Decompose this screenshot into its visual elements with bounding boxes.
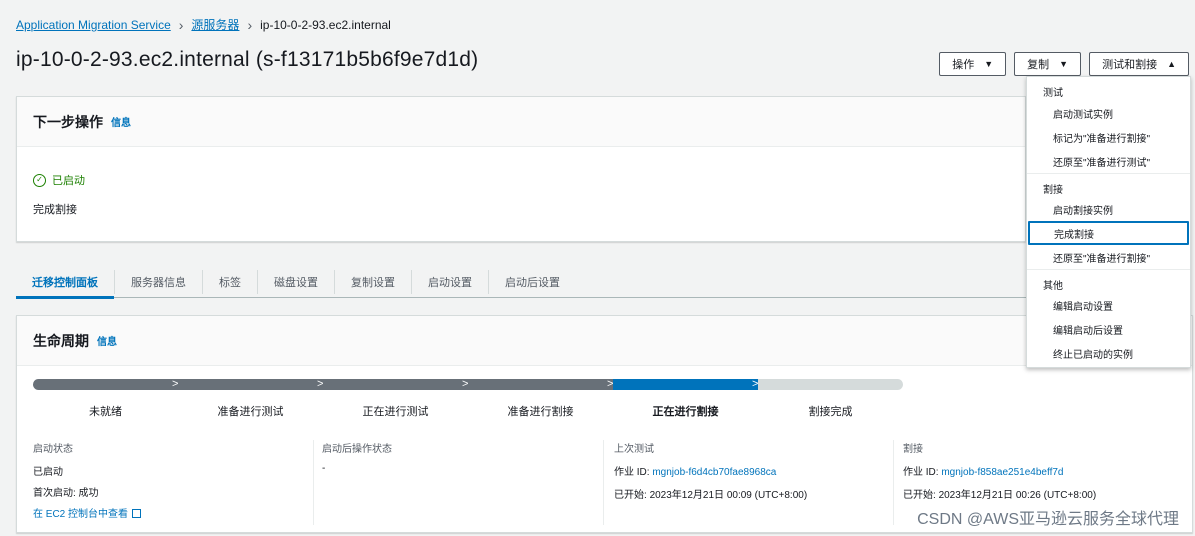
tab-bar: 迁移控制面板 服务器信息 标签 磁盘设置 复制设置 启动设置 启动后设置 bbox=[16, 266, 1026, 299]
lifecycle-segment bbox=[33, 379, 178, 390]
last-test-job: 作业 ID: mgnjob-f6d4cb70fae8968ca bbox=[614, 463, 894, 478]
tab-post-launch-settings[interactable]: 启动后设置 bbox=[489, 270, 576, 294]
status-indicator: ✓ 已启动 bbox=[33, 172, 85, 188]
replicate-button[interactable]: 复制 ▼ bbox=[1014, 52, 1082, 76]
first-launch-value: 首次启动: 成功 bbox=[33, 488, 99, 499]
tab-server-info[interactable]: 服务器信息 bbox=[115, 269, 203, 294]
menu-item-revert-ready-test[interactable]: 还原至"准备进行测试" bbox=[1027, 149, 1190, 173]
cutover-started: 已开始: 2023年12月21日 00:26 (UTC+8:00) bbox=[903, 486, 1183, 501]
last-test-started-value: 2023年12月21日 00:09 (UTC+8:00) bbox=[649, 490, 808, 501]
header-button-group: 操作 ▼ 复制 ▼ 测试和割接 ▲ bbox=[939, 52, 1189, 76]
lifecycle-info-link[interactable]: 信息 bbox=[97, 333, 117, 348]
caret-down-icon: ▼ bbox=[1059, 59, 1069, 69]
last-test-started: 已开始: 2023年12月21日 00:09 (UTC+8:00) bbox=[614, 486, 894, 501]
lifecycle-segment bbox=[613, 379, 758, 390]
tab-disk-settings[interactable]: 磁盘设置 bbox=[258, 269, 335, 294]
test-cutover-button-label: 测试和割接 bbox=[1102, 59, 1158, 71]
menu-item-revert-ready-cutover[interactable]: 还原至"准备进行割接" bbox=[1027, 245, 1190, 269]
lifecycle-step-label: 正在进行割接 bbox=[652, 406, 719, 418]
lifecycle-step-label: 未就绪 bbox=[89, 406, 122, 418]
last-test-title: 上次测试 bbox=[614, 444, 654, 455]
status-text: 已启动 bbox=[52, 175, 85, 187]
external-link-icon bbox=[132, 509, 142, 518]
page-title: ip-10-0-2-93.ec2.internal (s-f13171b5b6f… bbox=[16, 48, 479, 71]
menu-item-mark-ready-cutover[interactable]: 标记为"准备进行割接" bbox=[1027, 125, 1190, 149]
chevron-right-icon: › bbox=[247, 16, 253, 33]
ec2-console-link[interactable]: 在 EC2 控制台中查看 bbox=[33, 505, 303, 520]
lifecycle-segment bbox=[758, 379, 903, 390]
post-launch-column: 启动后操作状态 - bbox=[322, 440, 592, 525]
post-launch-value: - bbox=[322, 463, 326, 474]
cutover-job-link[interactable]: mgnjob-f858ae251e4beff7d bbox=[941, 467, 1063, 478]
lifecycle-header: 生命周期 信息 bbox=[17, 316, 1192, 366]
next-step-panel: 下一步操作 信息 ✓ 已启动 完成割接 bbox=[16, 96, 1026, 242]
launch-status-value: 已启动 bbox=[33, 467, 63, 478]
cutover-job: 作业 ID: mgnjob-f858ae251e4beff7d bbox=[903, 463, 1183, 478]
test-cutover-dropdown-menu: 测试 启动测试实例 标记为"准备进行割接" 还原至"准备进行测试" 割接 启动割… bbox=[1026, 76, 1191, 368]
cutover-job-label: 作业 ID: bbox=[903, 467, 939, 478]
column-divider bbox=[893, 440, 894, 525]
lifecycle-progress-bar: > > > > > bbox=[33, 378, 903, 390]
next-step-title: 下一步操作 bbox=[33, 113, 103, 130]
lifecycle-segment bbox=[323, 379, 468, 390]
menu-item-edit-post-launch[interactable]: 编辑启动后设置 bbox=[1027, 317, 1190, 341]
tab-launch-settings[interactable]: 启动设置 bbox=[412, 269, 489, 294]
actions-button[interactable]: 操作 ▼ bbox=[939, 52, 1007, 76]
last-test-column: 上次测试 作业 ID: mgnjob-f6d4cb70fae8968ca 已开始… bbox=[614, 440, 894, 525]
post-launch-title: 启动后操作状态 bbox=[322, 444, 392, 455]
lifecycle-panel: 生命周期 信息 > > > > > 未就绪 准备进行测试 正在进行测试 准备进行割接 正在进行割… bbox=[16, 315, 1193, 533]
replicate-button-label: 复制 bbox=[1027, 59, 1050, 71]
lifecycle-step-label: 正在进行测试 bbox=[362, 406, 429, 418]
lifecycle-step-label: 准备进行测试 bbox=[217, 406, 284, 418]
last-test-started-label: 已开始: bbox=[614, 490, 647, 501]
breadcrumb: Application Migration Service › 源服务器 › i… bbox=[16, 16, 391, 33]
column-divider bbox=[603, 440, 604, 525]
lifecycle-step-label: 割接完成 bbox=[808, 406, 853, 418]
menu-item-launch-test[interactable]: 启动测试实例 bbox=[1027, 101, 1190, 125]
column-divider bbox=[313, 440, 314, 525]
cutover-title: 割接 bbox=[903, 444, 923, 455]
caret-up-icon: ▲ bbox=[1167, 59, 1176, 69]
chevron-right-icon: › bbox=[178, 16, 184, 33]
launch-status-title: 启动状态 bbox=[33, 444, 73, 455]
test-cutover-button[interactable]: 测试和割接 ▲ bbox=[1089, 52, 1189, 76]
lifecycle-segment bbox=[178, 379, 323, 390]
last-test-job-link[interactable]: mgnjob-f6d4cb70fae8968ca bbox=[652, 467, 776, 478]
tab-migration-dashboard[interactable]: 迁移控制面板 bbox=[16, 269, 115, 299]
lifecycle-step-label: 准备进行割接 bbox=[507, 406, 574, 418]
ec2-console-link-label: 在 EC2 控制台中查看 bbox=[33, 509, 129, 520]
tab-replication-settings[interactable]: 复制设置 bbox=[335, 269, 412, 294]
breadcrumb-current: ip-10-0-2-93.ec2.internal bbox=[260, 17, 391, 32]
next-step-description: 完成割接 bbox=[33, 204, 77, 216]
breadcrumb-link-source-servers[interactable]: 源服务器 bbox=[191, 16, 239, 33]
caret-down-icon: ▼ bbox=[984, 59, 994, 69]
lifecycle-segment bbox=[468, 379, 613, 390]
cutover-started-value: 2023年12月21日 00:26 (UTC+8:00) bbox=[938, 490, 1097, 501]
check-circle-icon: ✓ bbox=[33, 173, 46, 187]
menu-item-launch-cutover[interactable]: 启动割接实例 bbox=[1027, 197, 1190, 221]
menu-item-terminate-launched[interactable]: 终止已启动的实例 bbox=[1027, 341, 1190, 365]
menu-item-finalize-cutover[interactable]: 完成割接 bbox=[1028, 221, 1189, 245]
menu-group-cutover: 割接 bbox=[1027, 173, 1190, 197]
watermark: CSDN @AWS亚马逊云服务全球代理 bbox=[917, 511, 1179, 528]
next-step-info-link[interactable]: 信息 bbox=[111, 114, 131, 129]
tab-tags[interactable]: 标签 bbox=[203, 269, 258, 294]
menu-group-other: 其他 bbox=[1027, 269, 1190, 293]
last-test-job-label: 作业 ID: bbox=[614, 467, 650, 478]
next-step-header: 下一步操作 信息 bbox=[17, 97, 1025, 147]
lifecycle-title: 生命周期 bbox=[33, 332, 89, 349]
menu-item-edit-launch[interactable]: 编辑启动设置 bbox=[1027, 293, 1190, 317]
breadcrumb-link-service[interactable]: Application Migration Service bbox=[16, 18, 171, 32]
menu-group-test: 测试 bbox=[1043, 88, 1063, 99]
launch-status-column: 启动状态 已启动 首次启动: 成功 在 EC2 控制台中查看 bbox=[33, 440, 303, 525]
actions-button-label: 操作 bbox=[952, 59, 975, 71]
cutover-started-label: 已开始: bbox=[903, 490, 936, 501]
